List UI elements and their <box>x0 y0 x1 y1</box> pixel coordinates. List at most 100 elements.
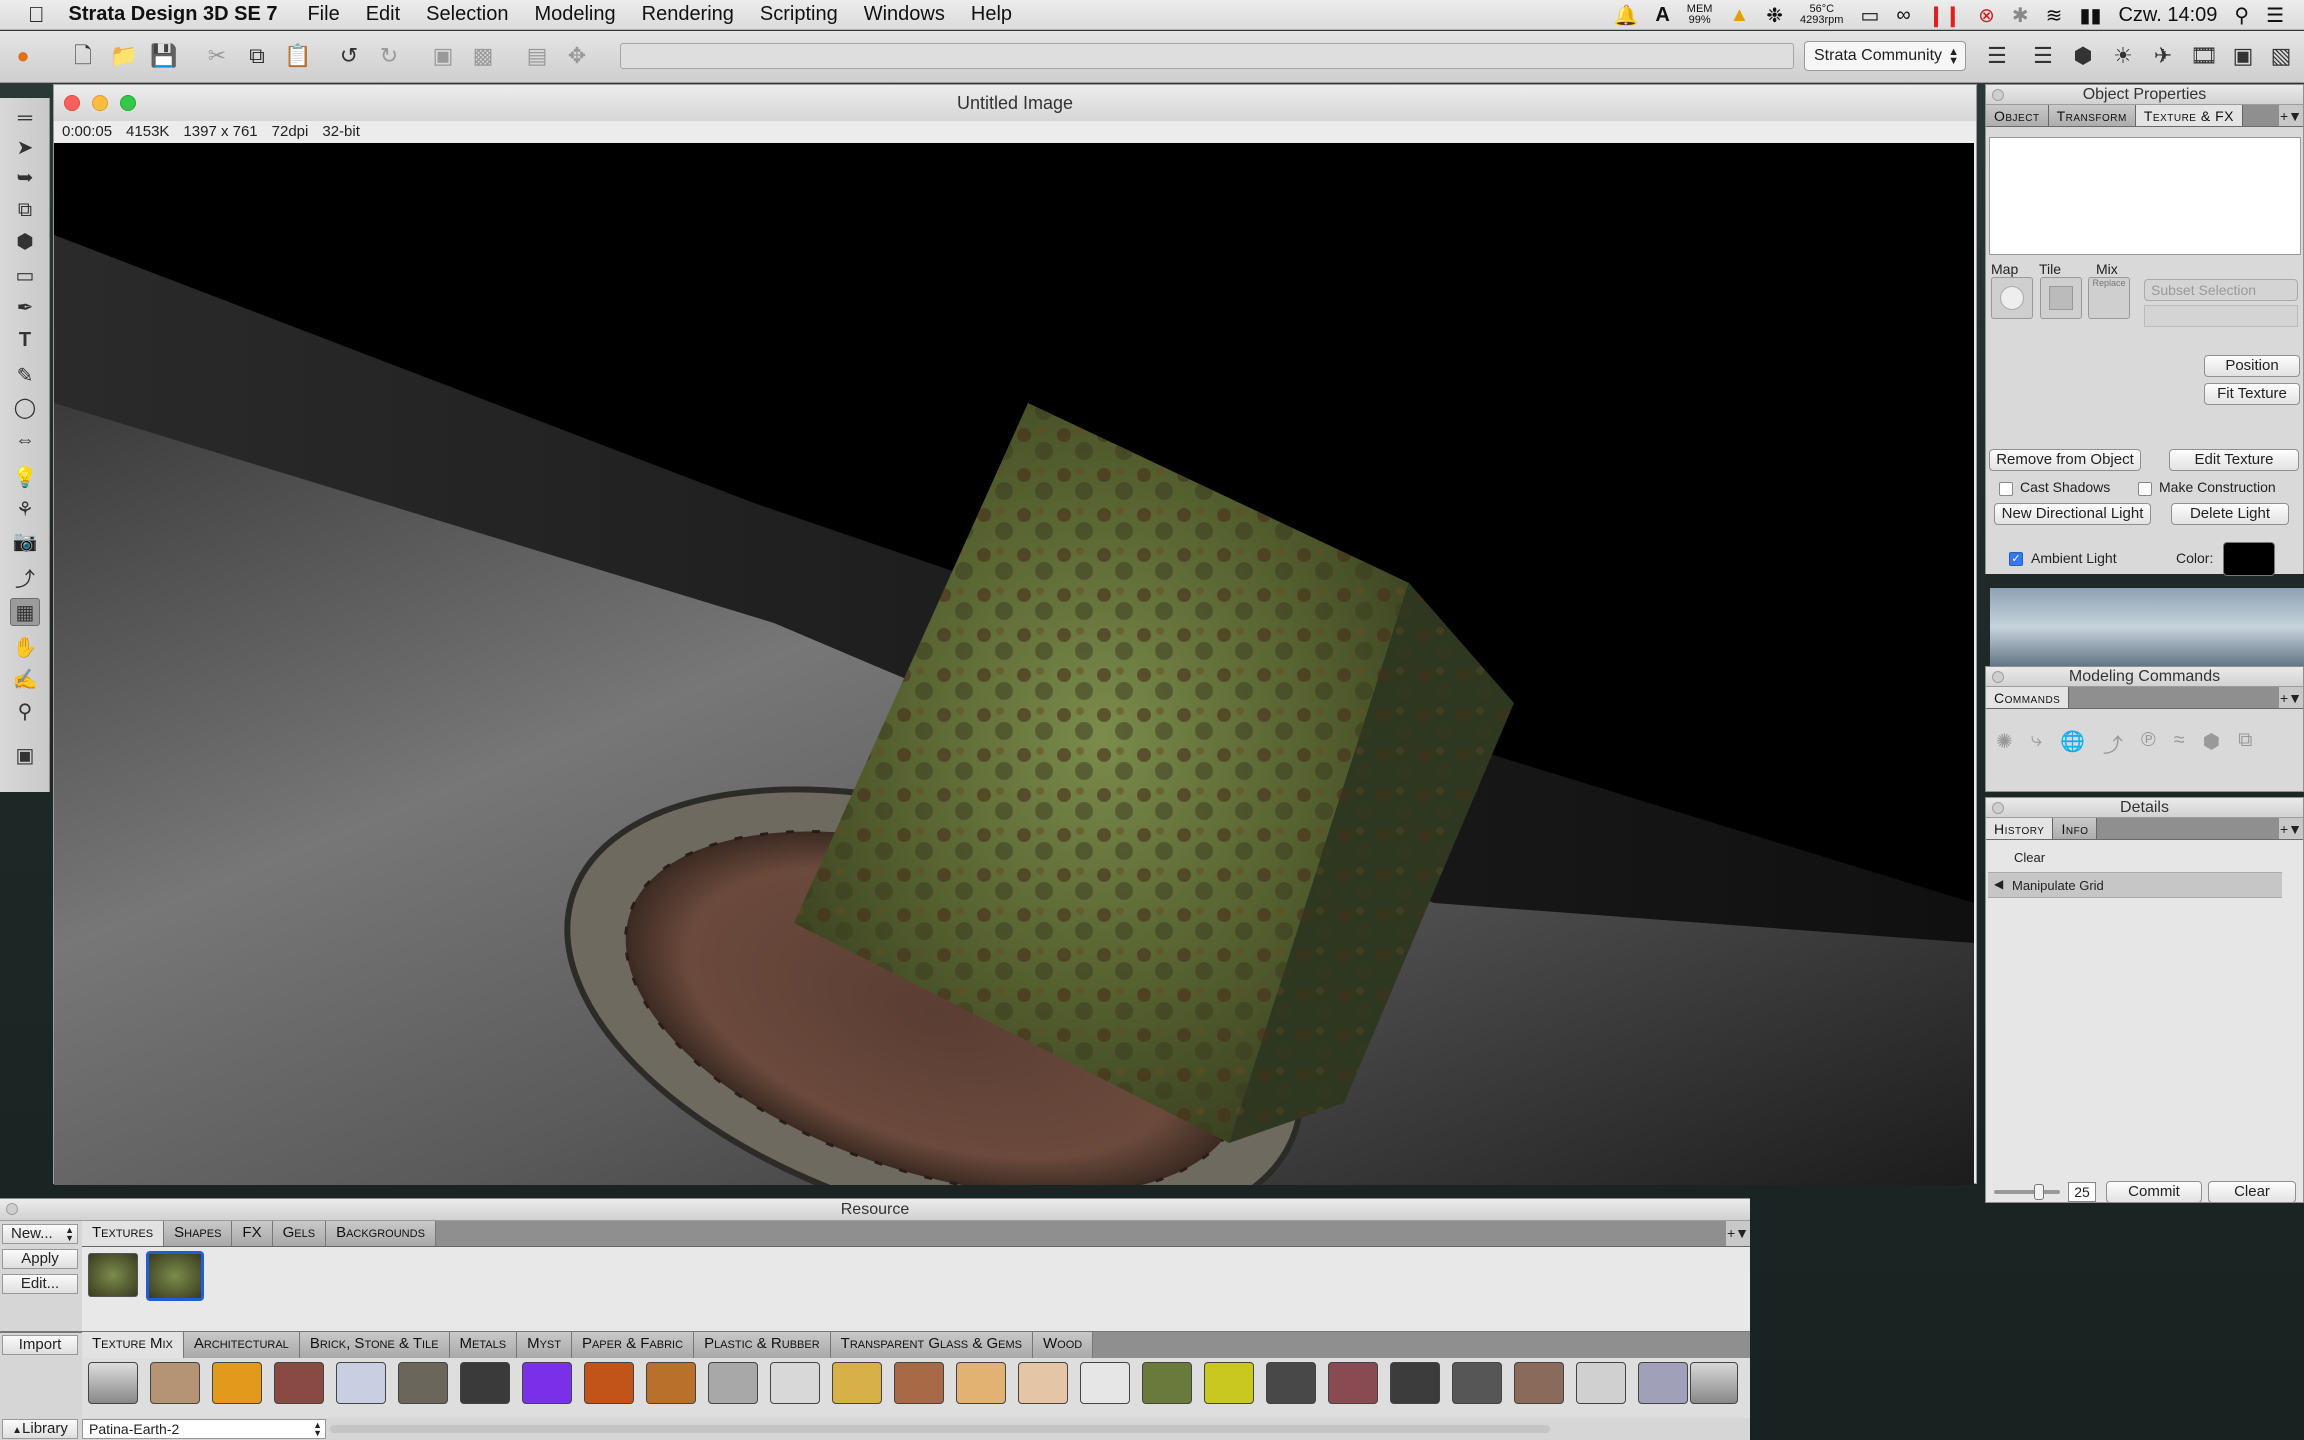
spotlight-tool-icon[interactable]: ⚘ <box>10 496 40 524</box>
edit-resource-button[interactable]: Edit... <box>2 1274 78 1294</box>
ambient-light-checkbox[interactable]: ✓ <box>2009 552 2023 566</box>
texture-swatch[interactable] <box>646 1362 696 1404</box>
texture-swatch[interactable] <box>894 1362 944 1404</box>
texture-swatch[interactable] <box>1638 1362 1688 1404</box>
box-tool-icon[interactable]: ⬢ <box>10 228 40 256</box>
texture-swatch[interactable] <box>1390 1362 1440 1404</box>
save-icon[interactable]: 💾 <box>150 43 177 69</box>
rotate-view-icon[interactable]: ✍ <box>10 666 40 694</box>
copy-icon[interactable]: ⧉ <box>244 43 270 69</box>
panel-close-button[interactable] <box>1992 671 2004 683</box>
delete-light-button[interactable]: Delete Light <box>2171 503 2289 525</box>
tile-button[interactable] <box>2040 277 2082 319</box>
tab-fx[interactable]: FX <box>232 1221 273 1246</box>
history-limit-field[interactable]: 25 <box>2068 1182 2096 1202</box>
library-scrollbar[interactable] <box>330 1425 1550 1433</box>
make-construction-checkbox[interactable] <box>2138 482 2152 496</box>
panel-close-button[interactable] <box>1992 89 2004 101</box>
adobe-icon[interactable]: A <box>1655 4 1669 27</box>
wifi-icon[interactable]: ≋ <box>2046 3 2063 28</box>
display-icon[interactable]: ▭ <box>1860 3 1879 28</box>
document-titlebar[interactable]: Untitled Image <box>54 85 1976 121</box>
lathe-tool-icon[interactable]: ◯ <box>10 394 40 422</box>
texture-swatch[interactable] <box>1142 1362 1192 1404</box>
notification-icon[interactable]: 🔔 <box>1613 3 1638 28</box>
panel-close-button[interactable] <box>6 1203 18 1215</box>
texture-swatch[interactable] <box>1452 1362 1502 1404</box>
details-title[interactable]: Details <box>1986 798 2303 818</box>
align-right-icon[interactable]: ☰ <box>2030 43 2056 69</box>
modeling-commands-title[interactable]: Modeling Commands <box>1986 667 2303 687</box>
pen-tool-icon[interactable]: ✒ <box>10 294 40 322</box>
menu-scripting[interactable]: Scripting <box>760 3 838 26</box>
tab-commands[interactable]: Commands <box>1986 687 2070 708</box>
texture-swatch[interactable] <box>1266 1362 1316 1404</box>
tab-textures[interactable]: Textures <box>82 1221 165 1246</box>
texture-swatch[interactable] <box>832 1362 882 1404</box>
tab-backgrounds[interactable]: Backgrounds <box>326 1221 436 1246</box>
sphere-command-icon[interactable]: 🌐 <box>2060 729 2085 758</box>
light-tool-icon[interactable]: 💡 <box>10 464 40 492</box>
mix-button[interactable]: Replace <box>2088 277 2130 319</box>
panel-menu-icon[interactable]: +▼ <box>2279 818 2303 839</box>
history-item[interactable]: ◀ Manipulate Grid <box>1988 872 2282 898</box>
sun-icon[interactable]: ☀ <box>2110 43 2136 69</box>
texture-name-select[interactable]: Patina-Earth-2 ▲ ▼ <box>82 1419 326 1439</box>
tab-texture-fx[interactable]: Texture & FX <box>2135 105 2243 126</box>
align-icon[interactable]: ▤ <box>524 43 550 69</box>
sweep-icon[interactable]: ⤴ <box>2103 729 2123 758</box>
panel-close-button[interactable] <box>1992 802 2004 814</box>
grid-tool-icon[interactable]: ▦ <box>10 598 40 626</box>
texture-swatch[interactable] <box>1204 1362 1254 1404</box>
history-clear-link[interactable]: Clear <box>2014 850 2045 865</box>
tab-history[interactable]: History <box>1986 818 2054 839</box>
rectangle-tool-icon[interactable]: ▭ <box>10 262 40 290</box>
remove-from-object-button[interactable]: Remove from Object <box>1989 449 2141 471</box>
3d-viewport[interactable] <box>54 143 1974 1185</box>
texture-list[interactable] <box>1989 137 2301 255</box>
redo-icon[interactable]: ↻ <box>376 43 402 69</box>
menu-modeling[interactable]: Modeling <box>534 3 615 26</box>
texture-swatch[interactable] <box>212 1362 262 1404</box>
temperature-indicator[interactable]: 56°C 4293rpm <box>1800 4 1843 26</box>
battery-icon[interactable]: ▮▮ <box>2079 3 2101 28</box>
clear-button[interactable]: Clear <box>2208 1181 2296 1203</box>
texture-swatch[interactable] <box>1328 1362 1378 1404</box>
explode-icon[interactable]: ✺ <box>1996 729 2013 758</box>
position-button[interactable]: Position <box>2204 355 2300 377</box>
mirror-tool-icon[interactable]: ⇔ <box>10 426 40 454</box>
tab-object[interactable]: Object <box>1986 105 2049 126</box>
object-properties-title[interactable]: Object Properties <box>1986 85 2303 105</box>
app-menu[interactable]: Strata Design 3D SE 7 <box>69 3 278 26</box>
list-icon[interactable]: ☰ <box>2266 3 2284 28</box>
path-tool-icon[interactable]: ⤴ <box>10 566 40 594</box>
texture-thumbnail-selected[interactable] <box>146 1251 204 1301</box>
texture-swatch[interactable] <box>336 1362 386 1404</box>
paint-tool-icon[interactable]: ✎ <box>10 362 40 390</box>
apple-menu-icon[interactable]:  <box>28 2 45 28</box>
extrude-icon[interactable]: ⤷ <box>2031 729 2042 758</box>
texture-swatch[interactable] <box>1514 1362 1564 1404</box>
ungroup-icon[interactable]: ▩ <box>470 43 496 69</box>
minimize-window-button[interactable] <box>92 95 108 111</box>
fan-icon[interactable]: ❉ <box>1766 3 1783 28</box>
warning-icon[interactable]: ▲ <box>1729 4 1749 27</box>
panel-menu-icon[interactable]: +▼ <box>1726 1221 1750 1246</box>
new-directional-light-button[interactable]: New Directional Light <box>1994 503 2151 525</box>
import-button[interactable]: Import <box>2 1335 78 1355</box>
strata-logo-icon[interactable]: ● <box>10 43 36 69</box>
map-button[interactable] <box>1991 277 2033 319</box>
lofting-icon[interactable]: ≈ <box>2174 729 2185 758</box>
subset-selection-select[interactable]: Subset Selection <box>2144 279 2298 301</box>
tab-architectural[interactable]: Architectural <box>183 1332 300 1358</box>
panel-menu-icon[interactable]: +▼ <box>2279 105 2303 126</box>
texture-swatch[interactable] <box>88 1362 138 1404</box>
pause-icon[interactable]: ❙❙ <box>1928 3 1962 28</box>
group-icon[interactable]: ▣ <box>430 43 456 69</box>
texture-swatch[interactable] <box>274 1362 324 1404</box>
fit-texture-button[interactable]: Fit Texture <box>2204 383 2300 405</box>
resource-title[interactable]: Resource <box>0 1199 1750 1221</box>
texture-thumbnail[interactable] <box>88 1253 138 1297</box>
texture-swatch[interactable] <box>150 1362 200 1404</box>
tab-transform[interactable]: Transform <box>2048 105 2136 126</box>
